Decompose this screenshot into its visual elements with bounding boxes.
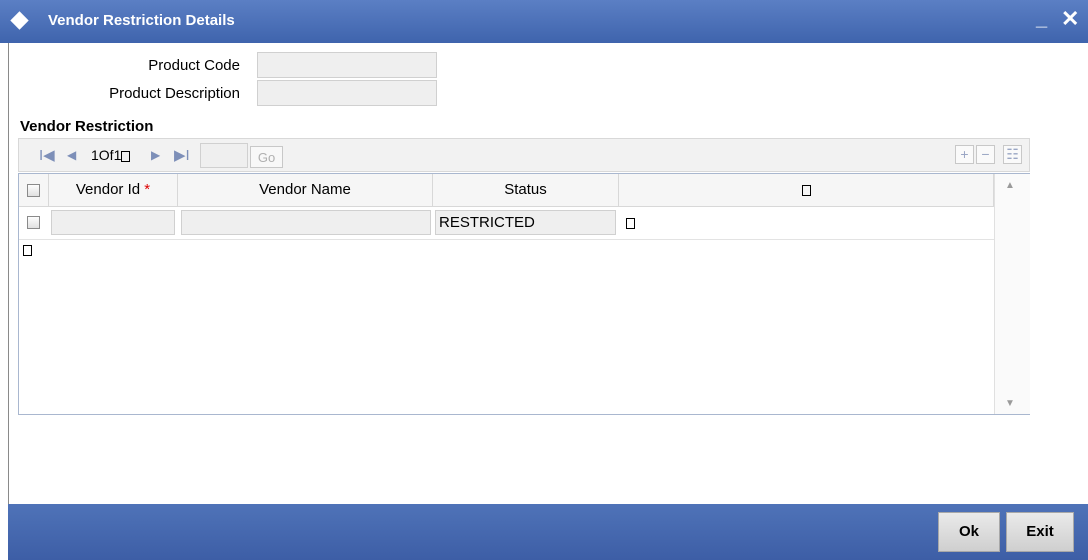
diamond-icon bbox=[10, 11, 29, 30]
table-row: RESTRICTED bbox=[19, 207, 994, 240]
vendor-id-input[interactable] bbox=[51, 210, 175, 235]
delete-row-icon[interactable]: − bbox=[976, 145, 995, 164]
row-box-icon bbox=[626, 218, 635, 229]
goto-page-input[interactable] bbox=[200, 143, 248, 168]
pager-value: 1Of1 bbox=[91, 147, 122, 163]
product-code-field[interactable] bbox=[257, 52, 437, 78]
title-bar: Vendor Restriction Details _ ✕ bbox=[0, 0, 1088, 43]
vendor-name-input[interactable] bbox=[181, 210, 431, 235]
last-page-icon[interactable]: ▶I bbox=[174, 146, 190, 164]
header-vendor-id-label: Vendor Id bbox=[75, 181, 141, 198]
prev-page-icon[interactable]: ◀ bbox=[67, 148, 76, 162]
header-box-icon bbox=[801, 184, 811, 196]
product-description-field[interactable] bbox=[257, 80, 437, 106]
footer-bar bbox=[8, 504, 1088, 560]
grid-toolbar: I◀ ◀ 1Of1 ▶ ▶I Go + − ☷ bbox=[18, 138, 1030, 172]
select-all-checkbox[interactable] bbox=[27, 183, 40, 197]
exit-button[interactable]: Exit bbox=[1006, 512, 1074, 552]
vendor-grid: Vendor Id * Vendor Name Status RESTRICTE… bbox=[18, 173, 1030, 415]
grid-scrollbar[interactable]: ▲ ▼ bbox=[994, 174, 1030, 414]
product-code-label: Product Code bbox=[148, 57, 240, 74]
row-checkbox[interactable] bbox=[27, 216, 40, 229]
add-row-icon[interactable]: + bbox=[955, 145, 974, 164]
section-title: Vendor Restriction bbox=[20, 118, 154, 135]
required-marker: * bbox=[144, 181, 151, 198]
columns-icon[interactable]: ☷ bbox=[1003, 145, 1022, 164]
window-title: Vendor Restriction Details bbox=[48, 12, 235, 29]
product-description-label: Product Description bbox=[109, 85, 240, 102]
grid-header: Vendor Id * Vendor Name Status bbox=[19, 174, 994, 207]
close-button[interactable]: ✕ bbox=[1061, 6, 1079, 32]
pager-box-icon bbox=[121, 150, 131, 162]
status-field[interactable]: RESTRICTED bbox=[435, 210, 616, 235]
scroll-up-icon[interactable]: ▲ bbox=[1005, 180, 1015, 191]
header-vendor-id: Vendor Id * bbox=[49, 174, 178, 206]
header-select-cell bbox=[19, 174, 49, 206]
header-status: Status bbox=[433, 174, 619, 206]
pager-text: 1Of1 bbox=[91, 147, 131, 163]
header-extra bbox=[619, 174, 994, 206]
ok-button[interactable]: Ok bbox=[938, 512, 1000, 552]
first-page-icon[interactable]: I◀ bbox=[39, 146, 55, 164]
minimize-button[interactable]: _ bbox=[1036, 8, 1047, 31]
go-button[interactable]: Go bbox=[250, 146, 283, 168]
next-page-icon[interactable]: ▶ bbox=[151, 148, 160, 162]
grid-box-icon bbox=[23, 245, 32, 256]
scroll-down-icon[interactable]: ▼ bbox=[1005, 398, 1015, 409]
header-vendor-name: Vendor Name bbox=[178, 174, 433, 206]
